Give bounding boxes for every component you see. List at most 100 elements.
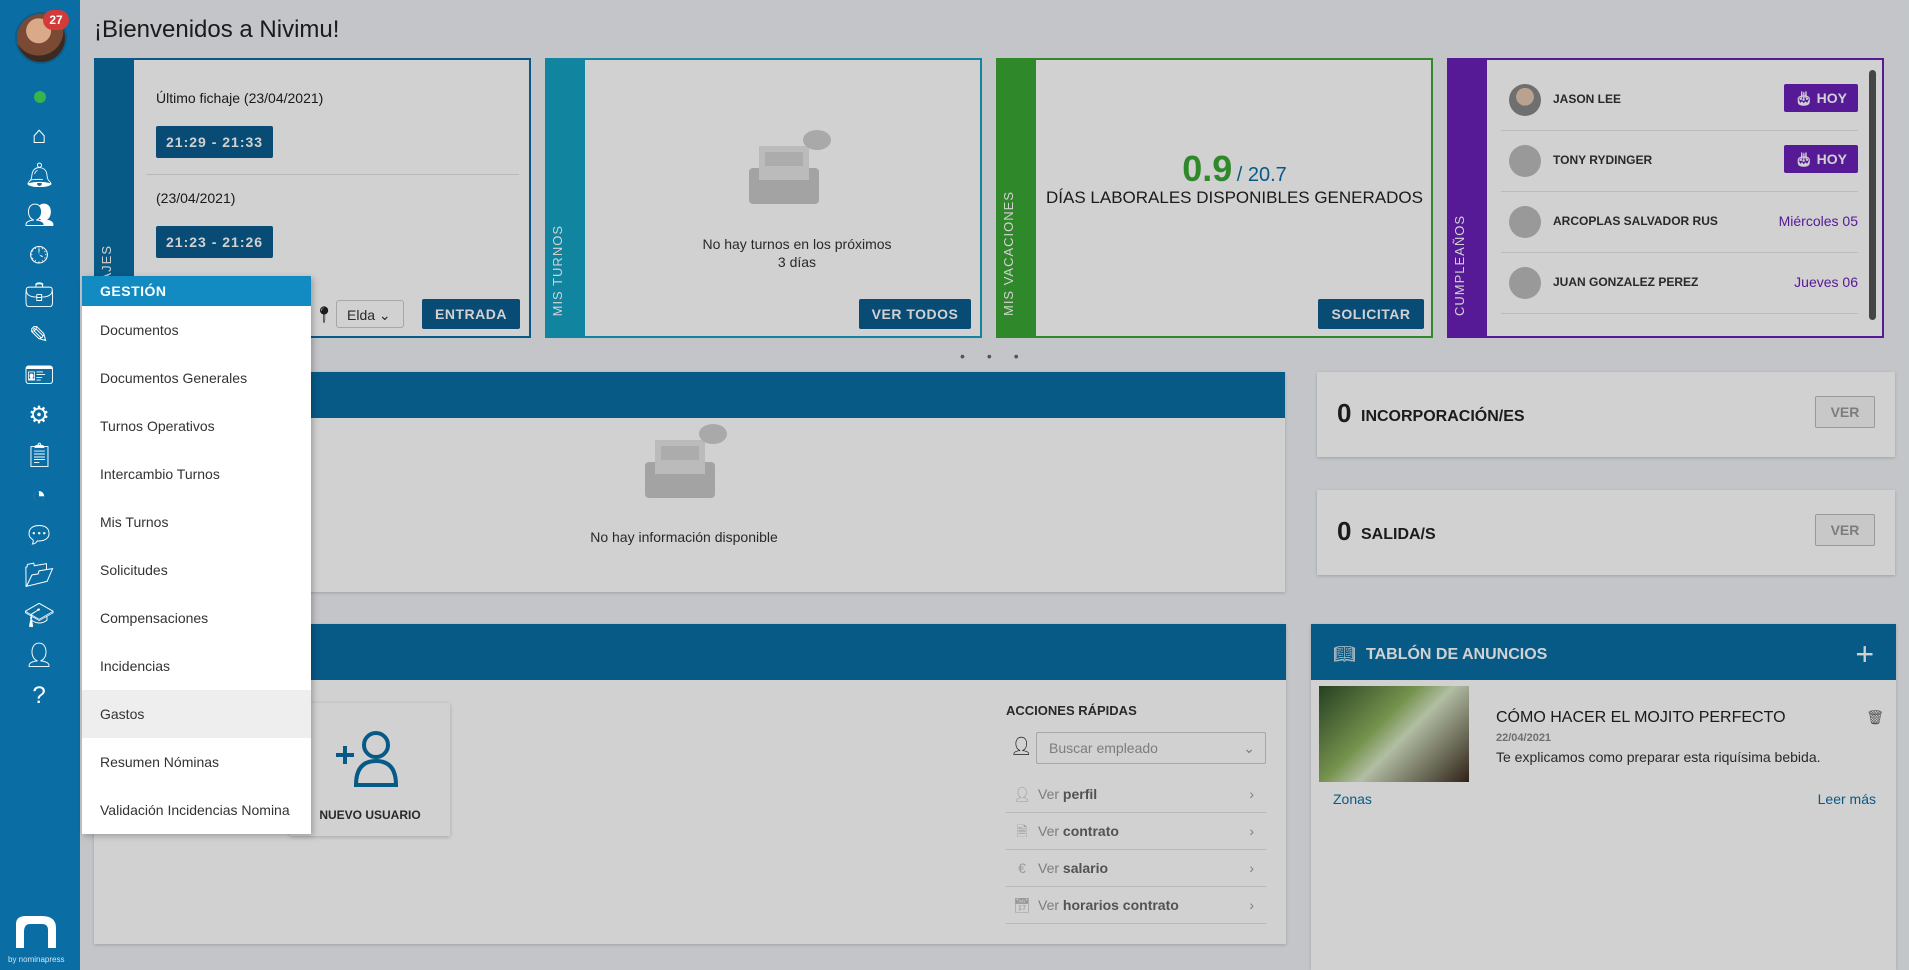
tablon-panel: 📖︎ TABLÓN DE ANUNCIOS + CÓMO HACER EL MO… — [1311, 624, 1896, 970]
incorporaciones-ver-button[interactable]: VER — [1815, 396, 1875, 428]
menu-item-solicitudes[interactable]: Solicitudes — [82, 546, 311, 594]
birthday-name: TONY RYDINGER — [1553, 153, 1653, 167]
chat-icon[interactable]: 💬︎ — [24, 521, 54, 551]
location-select-value: Elda — [347, 307, 376, 323]
document-icon: 🗎 — [1016, 823, 1028, 839]
user-money-icon[interactable]: 👤︎ — [24, 641, 54, 671]
buscar-empleado-placeholder: Buscar empleado — [1049, 740, 1158, 756]
entrada-button[interactable]: ENTRADA — [422, 299, 520, 329]
post-image[interactable] — [1319, 686, 1469, 782]
ver-perfil-link[interactable]: 👤︎ Ver perfil › — [1006, 776, 1266, 813]
post-date: 22/04/2021 — [1496, 732, 1552, 744]
qa-bold: salario — [1062, 860, 1109, 876]
salidas-label: SALIDA/S — [1361, 526, 1436, 543]
bell-icon[interactable]: 🔔︎ — [24, 161, 54, 191]
buscar-empleado-select[interactable]: Buscar empleado ⌄ — [1036, 732, 1266, 764]
incorporaciones-panel: 0 INCORPORACIÓN/ES VER — [1317, 372, 1895, 457]
menu-item-gastos[interactable]: Gastos — [82, 690, 311, 738]
chevron-right-icon: › — [1249, 897, 1254, 913]
turnos-strip-label: MIS TURNOS — [550, 224, 565, 316]
menu-header: GESTIÓN — [82, 276, 311, 306]
salidas-count: 0 — [1337, 516, 1352, 546]
menu-item-documentos[interactable]: Documentos — [82, 306, 311, 354]
calendar-icon: 📅︎ — [1013, 897, 1031, 913]
briefcase-icon[interactable]: 💼︎ — [24, 281, 54, 311]
clipboard-icon[interactable]: 📋︎ — [24, 441, 54, 471]
menu-item-intercambio-turnos[interactable]: Intercambio Turnos — [82, 450, 311, 498]
clock-icon[interactable]: 🕓︎ — [24, 241, 54, 271]
qa-prefix: Ver — [1038, 823, 1063, 839]
birthday-name: ARCOPLAS SALVADOR RUS — [1553, 214, 1718, 228]
birthday-row[interactable]: TONY RYDINGER 🎂︎ HOY — [1501, 131, 1858, 192]
users-icon[interactable]: 👥︎ — [24, 201, 54, 231]
avatar — [1509, 145, 1541, 177]
gear-icon[interactable]: ⚙ — [24, 401, 54, 431]
trash-icon[interactable]: 🗑︎ — [1866, 709, 1884, 726]
user-icon: 👤︎ — [1013, 786, 1031, 802]
nuevo-usuario-label: NUEVO USUARIO — [319, 808, 421, 822]
id-card-icon[interactable]: 🪪︎ — [24, 361, 54, 391]
add-icon[interactable]: + — [1855, 636, 1874, 673]
incorporaciones-label: INCORPORACIÓN/ES — [1361, 408, 1525, 425]
folder-icon[interactable]: 📂︎ — [24, 561, 54, 591]
page-title: ¡Bienvenidos a Nivimu! — [94, 16, 340, 43]
divider — [146, 174, 519, 175]
incorporaciones-count: 0 — [1337, 398, 1352, 428]
ver-todos-button[interactable]: VER TODOS — [859, 299, 971, 329]
book-icon: 📖︎ — [1333, 644, 1356, 664]
ver-horarios-link[interactable]: 📅︎ Ver horarios contrato › — [1006, 887, 1266, 924]
nuevo-usuario-card[interactable]: NUEVO USUARIO — [290, 703, 450, 836]
brand-logo — [16, 916, 56, 948]
qa-bold: horarios contrato — [1062, 897, 1179, 913]
tools-icon[interactable]: ✎ — [24, 321, 54, 351]
vacaciones-strip: MIS VACACIONES — [998, 60, 1036, 336]
salidas-ver-button[interactable]: VER — [1815, 514, 1875, 546]
menu-item-turnos-operativos[interactable]: Turnos Operativos — [82, 402, 311, 450]
prev-fichaje-time: 21:23 - 21:26 — [156, 226, 274, 258]
prev-fichaje-label: (23/04/2021) — [156, 190, 236, 206]
avatar — [1509, 84, 1541, 116]
help-icon[interactable]: ? — [24, 681, 54, 711]
menu-item-resumen-nominas[interactable]: Resumen Nóminas — [82, 738, 311, 786]
tablon-header: 📖︎ TABLÓN DE ANUNCIOS + — [1311, 624, 1896, 680]
avatar — [1509, 267, 1541, 299]
menu-item-incidencias[interactable]: Incidencias — [82, 642, 311, 690]
carousel-dots[interactable]: ••• — [960, 348, 1041, 364]
post-zonas-link[interactable]: Zonas — [1333, 791, 1372, 807]
chevron-down-icon: ⌄ — [1243, 740, 1255, 756]
home-icon[interactable]: ⌂ — [24, 121, 54, 151]
cumpleanos-strip: CUMPLEAÑOS — [1449, 60, 1487, 336]
tablon-title: TABLÓN DE ANUNCIOS — [1366, 646, 1548, 663]
no-turnos-line2: 3 días — [777, 254, 817, 270]
gestion-menu: GESTIÓN Documentos Documentos Generales … — [82, 276, 311, 834]
mis-vacaciones-card: MIS VACACIONES 0.9 / 20.7 DÍAS LABORALES… — [996, 58, 1433, 338]
ver-contrato-link[interactable]: 🗎 Ver contrato › — [1006, 813, 1266, 850]
menu-item-validacion-incidencias[interactable]: Validación Incidencias Nomina — [82, 786, 311, 834]
empty-inbox-icon — [749, 130, 831, 204]
ver-salario-link[interactable]: € Ver salario › — [1006, 850, 1266, 887]
birthday-row[interactable]: ARCOPLAS SALVADOR RUS Miércoles 05 — [1501, 192, 1858, 253]
birthday-today-label: HOY — [1816, 151, 1847, 167]
birthday-today-badge: 🎂︎ HOY — [1784, 145, 1858, 173]
post-title[interactable]: CÓMO HACER EL MOJITO PERFECTO — [1496, 709, 1786, 727]
menu-item-compensaciones[interactable]: Compensaciones — [82, 594, 311, 642]
birthday-row[interactable]: JUAN GONZALEZ PEREZ Jueves 06 — [1501, 253, 1858, 314]
acciones-title: ACCIONES RÁPIDAS — [1006, 703, 1137, 718]
solicitar-button[interactable]: SOLICITAR — [1318, 299, 1424, 329]
graduation-cap-icon[interactable]: 🎓︎ — [24, 601, 54, 631]
pie-chart-icon[interactable]: ◔ — [24, 481, 54, 511]
birthday-row[interactable]: JASON LEE 🎂︎ HOY — [1501, 70, 1858, 131]
scrollbar[interactable] — [1869, 70, 1876, 320]
avatar — [1509, 206, 1541, 238]
mis-turnos-card: MIS TURNOS No hay turnos en los próximos… — [545, 58, 982, 338]
qa-bold: perfil — [1062, 786, 1098, 802]
leer-mas-link[interactable]: Leer más — [1818, 791, 1876, 807]
qa-prefix: Ver — [1038, 786, 1063, 802]
salidas-panel: 0 SALIDA/S VER — [1317, 490, 1895, 575]
vacaciones-caption: DÍAS LABORALES DISPONIBLES GENERADOS — [1046, 188, 1423, 207]
menu-item-documentos-generales[interactable]: Documentos Generales — [82, 354, 311, 402]
location-select[interactable]: Elda ⌄ — [336, 300, 404, 328]
birthday-name: JASON LEE — [1553, 92, 1622, 106]
qa-prefix: Ver — [1038, 860, 1063, 876]
menu-item-mis-turnos[interactable]: Mis Turnos — [82, 498, 311, 546]
